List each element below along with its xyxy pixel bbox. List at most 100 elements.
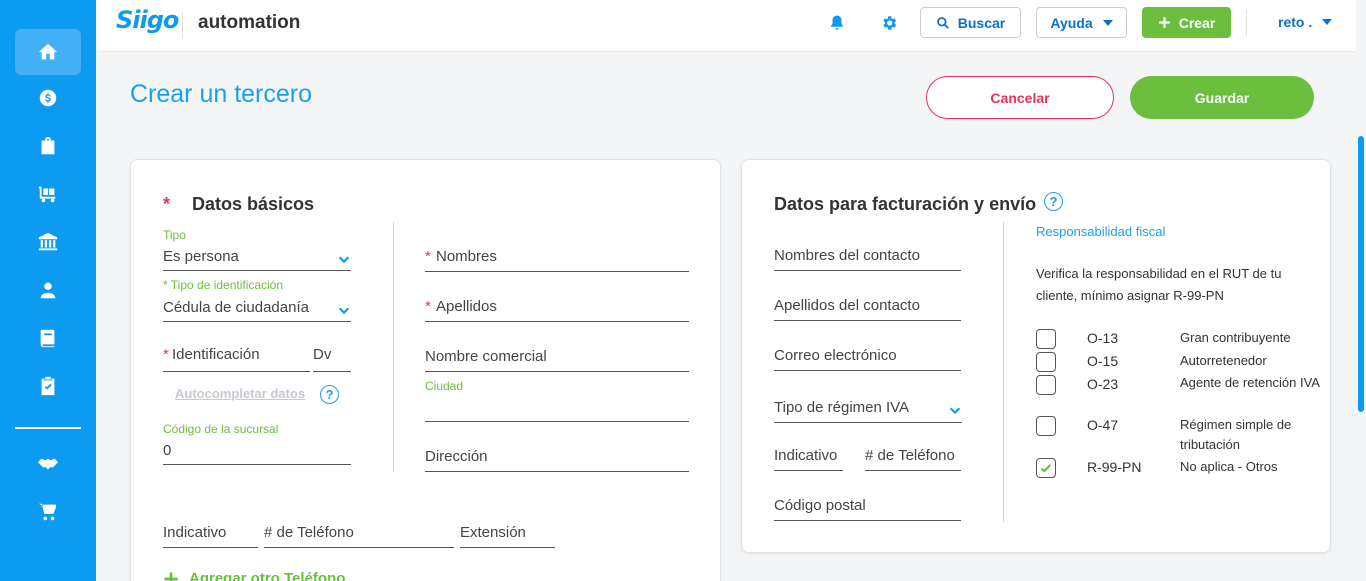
- contact-names-input[interactable]: Nombres del contacto: [774, 247, 961, 271]
- chevron-down-icon: [337, 252, 351, 266]
- sidebar-item-purchases[interactable]: [15, 123, 81, 169]
- column-divider: [393, 222, 394, 472]
- id-type-value: Cédula de ciudadanía: [163, 299, 309, 316]
- checkbox-o15[interactable]: [1036, 352, 1056, 372]
- handshake-icon: [37, 458, 59, 470]
- dv-input[interactable]: Dv: [313, 346, 351, 372]
- sidebar-item-banks[interactable]: [15, 219, 81, 265]
- book-icon: [40, 329, 55, 348]
- resp-code: O-13: [1087, 330, 1119, 346]
- resp-desc: No aplica - Otros: [1180, 459, 1278, 474]
- contact-lastnames-placeholder: Apellidos del contacto: [774, 297, 920, 314]
- sidebar-divider: [15, 427, 81, 429]
- contact-names-placeholder: Nombres del contacto: [774, 247, 920, 264]
- direccion-input[interactable]: Dirección: [425, 448, 689, 472]
- direccion-placeholder: Dirección: [425, 448, 488, 465]
- notifications-button[interactable]: [828, 14, 846, 32]
- user-menu[interactable]: reto .: [1278, 14, 1333, 30]
- chevron-down-icon: [948, 403, 962, 417]
- indicativo-input[interactable]: Indicativo: [163, 524, 258, 548]
- extension-input[interactable]: Extensión: [460, 524, 555, 548]
- create-button[interactable]: Crear: [1142, 7, 1231, 38]
- home-icon: [38, 43, 58, 60]
- tipo-value: Es persona: [163, 248, 239, 265]
- fiscal-responsibility-link[interactable]: Responsabilidad fiscal: [1036, 224, 1165, 239]
- scrollbar-thumb[interactable]: [1358, 136, 1364, 412]
- billing-phone-input[interactable]: # de Teléfono: [865, 447, 961, 471]
- nombres-placeholder: Nombres: [436, 248, 497, 265]
- email-placeholder: Correo electrónico: [774, 347, 897, 364]
- nombres-input[interactable]: * Nombres: [425, 248, 689, 272]
- fiscal-note: Verifica la responsabilidad en el RUT de…: [1036, 266, 1282, 303]
- billing-indicativo-input[interactable]: Indicativo: [774, 447, 843, 471]
- resp-code: R-99-PN: [1087, 459, 1142, 475]
- cancel-button[interactable]: Cancelar: [926, 76, 1114, 119]
- gear-icon: [883, 16, 897, 30]
- sidebar-item-sales[interactable]: [15, 75, 81, 121]
- create-button-label: Crear: [1178, 14, 1216, 31]
- sucursal-value: 0: [163, 442, 172, 459]
- id-type-select[interactable]: Cédula de ciudadanía: [163, 299, 351, 322]
- tipo-select[interactable]: Es persona: [163, 248, 351, 271]
- identificacion-input[interactable]: * Identificación: [163, 346, 310, 372]
- sucursal-label: Código de la sucursal: [163, 422, 279, 436]
- cart-icon: [38, 503, 57, 521]
- checkbox-o13[interactable]: [1036, 329, 1056, 349]
- sidebar-item-inventory[interactable]: [15, 171, 81, 217]
- help-dropdown[interactable]: Ayuda: [1036, 7, 1127, 38]
- chevron-down-icon: [337, 303, 351, 317]
- resp-code: O-23: [1087, 376, 1119, 392]
- search-icon: [936, 16, 949, 29]
- resp-desc: Régimen simple de tributación: [1180, 417, 1292, 452]
- user-name: reto .: [1278, 14, 1313, 30]
- basic-data-title: Datos básicos: [192, 194, 315, 214]
- checkbox-o23[interactable]: [1036, 375, 1056, 395]
- sidebar-item-accounting[interactable]: [15, 315, 81, 361]
- checkbox-r99pn[interactable]: [1036, 458, 1056, 478]
- billing-help-icon[interactable]: ?: [1044, 192, 1063, 211]
- dollar-icon: [39, 89, 57, 107]
- column-divider: [1003, 222, 1004, 522]
- postal-code-input[interactable]: Código postal: [774, 497, 961, 521]
- nombre-comercial-input[interactable]: Nombre comercial: [425, 348, 689, 372]
- save-button[interactable]: Guardar: [1130, 76, 1314, 119]
- search-button[interactable]: Buscar: [920, 7, 1021, 38]
- phone-input[interactable]: # de Teléfono: [264, 524, 454, 548]
- page-scrollbar[interactable]: [1356, 0, 1366, 581]
- iva-regime-placeholder: Tipo de régimen IVA: [774, 399, 910, 416]
- company-name: automation: [198, 12, 301, 33]
- sidebar-item-partners[interactable]: [15, 441, 81, 487]
- page-title: Crear un tercero: [130, 80, 313, 108]
- nombres-required: *: [425, 248, 431, 265]
- iva-regime-select[interactable]: Tipo de régimen IVA: [774, 399, 962, 423]
- postal-code-placeholder: Código postal: [774, 497, 866, 514]
- nombre-comercial-placeholder: Nombre comercial: [425, 348, 547, 365]
- ciudad-input[interactable]: [425, 398, 689, 422]
- add-phone-label: Agregar otro Teléfono: [189, 570, 346, 581]
- add-phone-link[interactable]: Agregar otro Teléfono: [163, 570, 345, 581]
- billing-card: Datos para facturación y envío ? Nombres…: [741, 159, 1331, 553]
- sidebar-item-payroll[interactable]: [15, 267, 81, 313]
- sucursal-input[interactable]: 0: [163, 442, 351, 465]
- billing-phone-placeholder: # de Teléfono: [865, 447, 955, 464]
- tipo-label: Tipo: [163, 228, 186, 242]
- sidebar-item-home[interactable]: [15, 29, 81, 75]
- contact-lastnames-input[interactable]: Apellidos del contacto: [774, 297, 961, 321]
- resp-desc: Autorretenedor: [1180, 353, 1267, 368]
- check-icon: [1040, 464, 1052, 473]
- autocomplete-help-icon[interactable]: ?: [320, 385, 339, 404]
- resp-code: O-47: [1087, 417, 1119, 433]
- email-input[interactable]: Correo electrónico: [774, 347, 961, 371]
- resp-code: O-15: [1087, 353, 1119, 369]
- checkbox-o47[interactable]: [1036, 416, 1056, 436]
- apellidos-input[interactable]: * Apellidos: [425, 298, 689, 322]
- sidebar-item-reports[interactable]: [15, 363, 81, 409]
- phone-placeholder: # de Teléfono: [264, 524, 354, 541]
- autocomplete-link[interactable]: Autocompletar datos: [175, 386, 305, 401]
- truck-icon: [38, 186, 56, 203]
- apellidos-placeholder: Apellidos: [436, 298, 497, 315]
- settings-button[interactable]: [880, 14, 898, 32]
- header-divider-2: [1246, 10, 1247, 36]
- siigo-logo[interactable]: Siigo: [116, 6, 179, 34]
- sidebar-item-store[interactable]: [15, 489, 81, 535]
